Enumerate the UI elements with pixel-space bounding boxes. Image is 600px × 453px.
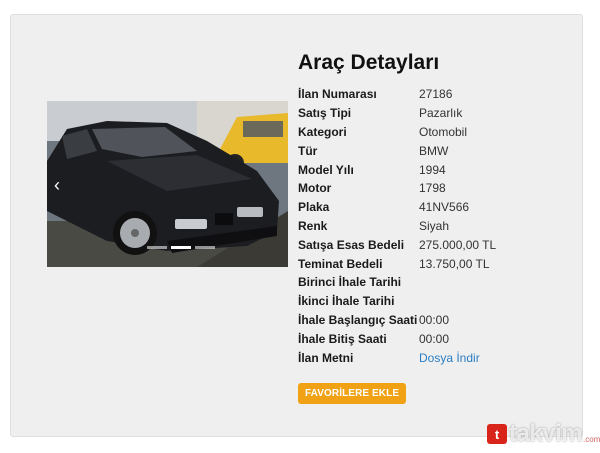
detail-value: BMW bbox=[419, 143, 449, 158]
detail-key: Satışa Esas Bedeli bbox=[298, 237, 405, 252]
watermark-logo: t takvim .com.tr bbox=[487, 420, 600, 448]
detail-key: İkinci İhale Tarihi bbox=[298, 294, 395, 309]
detail-value: 13.750,00 TL bbox=[419, 256, 490, 271]
detail-value: Otomobil bbox=[419, 124, 468, 139]
detail-key: Tür bbox=[298, 143, 318, 158]
download-document-link[interactable]: Dosya İndir bbox=[419, 351, 480, 365]
page-title: Araç Detayları bbox=[298, 51, 440, 74]
detail-row: İhale Bitiş Saati 00:00 bbox=[298, 329, 496, 348]
detail-row: Renk Siyah bbox=[298, 217, 496, 236]
carousel-dot[interactable] bbox=[147, 246, 167, 249]
watermark-brand: takvim bbox=[509, 420, 583, 447]
carousel-dot-active[interactable] bbox=[171, 246, 191, 249]
detail-row: İhale Başlangıç Saati 00:00 bbox=[298, 311, 496, 330]
details-list: İlan Numarası 27186 Satış Tipi Pazarlık Ka… bbox=[298, 85, 496, 367]
detail-key: Model Yılı bbox=[298, 162, 354, 177]
add-to-favorites-button[interactable]: FAVORİLERE EKLE bbox=[298, 383, 407, 404]
detail-row: Satışa Esas Bedeli 275.000,00 TL bbox=[298, 235, 496, 254]
detail-key: İhale Bitiş Saati bbox=[298, 331, 387, 346]
detail-value: Siyah bbox=[419, 218, 450, 233]
detail-value: 00:00 bbox=[419, 331, 450, 346]
detail-value: 27186 bbox=[419, 87, 453, 102]
detail-key: Kategori bbox=[298, 124, 347, 139]
detail-key: Teminat Bedeli bbox=[298, 256, 383, 271]
vehicle-photo-carousel[interactable]: ‹ bbox=[47, 101, 288, 267]
detail-value: 00:00 bbox=[419, 312, 450, 327]
detail-key: İhale Başlangıç Saati bbox=[298, 312, 418, 327]
detail-value: 1994 bbox=[419, 162, 446, 177]
detail-row: Kategori Otomobil bbox=[298, 123, 496, 142]
vehicle-photo bbox=[47, 101, 288, 267]
detail-row: Satış Tipi Pazarlık bbox=[298, 104, 496, 123]
detail-row: İkinci İhale Tarihi bbox=[298, 292, 496, 311]
carousel-indicators bbox=[147, 246, 215, 249]
carousel-dot[interactable] bbox=[195, 246, 215, 249]
detail-value: 275.000,00 TL bbox=[419, 237, 497, 252]
detail-row: Tür BMW bbox=[298, 141, 496, 160]
detail-row: Motor 1798 bbox=[298, 179, 496, 198]
detail-key: Satış Tipi bbox=[298, 106, 352, 121]
detail-row: Teminat Bedeli 13.750,00 TL bbox=[298, 254, 496, 273]
detail-row: Plaka 41NV566 bbox=[298, 198, 496, 217]
detail-key: Birinci İhale Tarihi bbox=[298, 275, 402, 290]
detail-key: Renk bbox=[298, 218, 328, 233]
detail-key: Plaka bbox=[298, 200, 330, 215]
watermark-suffix: .com.tr bbox=[583, 435, 600, 444]
detail-value: 41NV566 bbox=[419, 200, 470, 215]
detail-row: Model Yılı 1994 bbox=[298, 160, 496, 179]
detail-row: Birinci İhale Tarihi bbox=[298, 273, 496, 292]
detail-row: İlan Metni Dosya İndir bbox=[298, 348, 496, 367]
detail-key: Motor bbox=[298, 181, 332, 196]
detail-row: İlan Numarası 27186 bbox=[298, 85, 496, 104]
detail-value: Pazarlık bbox=[419, 106, 463, 121]
detail-value: 1798 bbox=[419, 181, 446, 196]
detail-key: İlan Numarası bbox=[298, 87, 377, 102]
chevron-left-icon[interactable]: ‹ bbox=[54, 175, 66, 195]
brand-logo-icon: t bbox=[487, 424, 507, 444]
detail-key: İlan Metni bbox=[298, 350, 354, 365]
vehicle-details-panel: ‹ Araç Detayları İlan Numarası 27186 Satı… bbox=[10, 14, 583, 437]
